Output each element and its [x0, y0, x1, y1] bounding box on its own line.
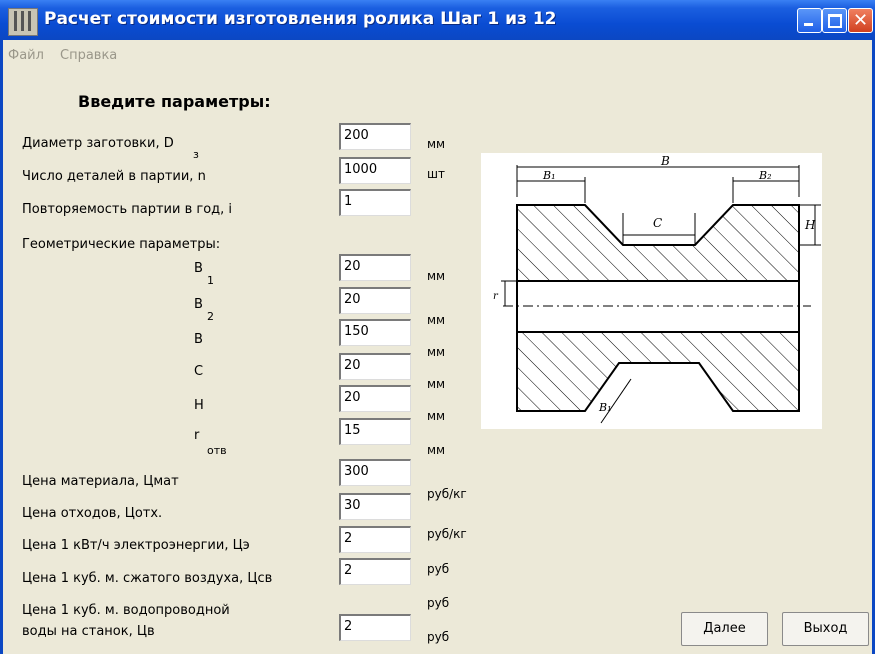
geometry-label: Геометрические параметры: — [22, 237, 221, 252]
r-unit: мм — [427, 443, 446, 457]
energy-price-input[interactable]: 2 — [339, 526, 411, 553]
diameter-unit: мм — [427, 137, 446, 151]
minimize-icon — [804, 23, 813, 26]
exit-button[interactable]: Выход — [782, 612, 869, 646]
h-unit: мм — [427, 409, 446, 423]
waste-price-input[interactable]: 30 — [339, 493, 411, 520]
dim-c-label: C — [653, 216, 662, 230]
dim-h-label: H — [804, 218, 816, 232]
window-title: Расчет стоимости изготовления ролика Шаг… — [44, 9, 557, 29]
b2-label: B — [194, 297, 203, 312]
diameter-subscript: з — [193, 148, 199, 161]
maximize-button[interactable] — [822, 8, 847, 33]
title-bar[interactable]: Расчет стоимости изготовления ролика Шаг… — [0, 0, 875, 40]
air-price-unit: руб — [427, 562, 450, 576]
water-price-label-line1: Цена 1 куб. м. водопроводной — [22, 603, 230, 618]
close-icon: ✕ — [852, 10, 869, 31]
roller-drawing: B B₁ B₂ C H r B₁ — [481, 153, 822, 429]
air-price-label: Цена 1 куб. м. сжатого воздуха, Цсв — [22, 571, 273, 586]
parts-count-label: Число деталей в партии, n — [22, 169, 206, 184]
dim-b-label: B — [660, 154, 670, 168]
material-price-input[interactable]: 300 — [339, 459, 411, 486]
b-input[interactable]: 150 — [339, 319, 411, 346]
water-price-unit-above: руб — [427, 596, 450, 610]
app-icon — [8, 8, 38, 36]
b-label: B — [194, 332, 203, 347]
c-input[interactable]: 20 — [339, 353, 411, 380]
r-input[interactable]: 15 — [339, 418, 411, 445]
waste-price-label: Цена отходов, Цотх. — [22, 506, 163, 521]
maximize-icon — [828, 14, 842, 28]
b2-subscript: 2 — [207, 310, 214, 323]
b1-subscript: 1 — [207, 274, 214, 287]
repeat-input[interactable]: 1 — [339, 189, 411, 216]
parts-count-input[interactable]: 1000 — [339, 157, 411, 184]
menu-bar: Файл Справка — [0, 40, 875, 84]
diameter-label: Диаметр заготовки, D — [22, 136, 174, 151]
repeat-label: Повторяемость партии в год, i — [22, 202, 233, 217]
water-price-label-line2: воды на станок, Цв — [22, 624, 155, 639]
close-button[interactable]: ✕ — [848, 8, 873, 33]
b-unit: мм — [427, 345, 446, 359]
form-heading: Введите параметры: — [78, 92, 271, 111]
energy-price-unit: руб/кг — [427, 527, 467, 541]
water-price-input[interactable]: 2 — [339, 614, 411, 641]
menu-file[interactable]: Файл — [8, 48, 44, 63]
b1-label: B — [194, 261, 203, 276]
material-price-label: Цена материала, Цмат — [22, 474, 179, 489]
b2-unit: мм — [427, 313, 446, 327]
dim-b1-label: B₁ — [542, 169, 556, 182]
b1-unit: мм — [427, 269, 446, 283]
r-subscript: отв — [207, 444, 227, 457]
menu-help[interactable]: Справка — [60, 48, 117, 63]
h-input[interactable]: 20 — [339, 385, 411, 412]
next-button[interactable]: Далее — [681, 612, 768, 646]
minimize-button[interactable] — [797, 8, 822, 33]
b1-input[interactable]: 20 — [339, 254, 411, 281]
window-border-left — [0, 40, 3, 654]
air-price-input[interactable]: 2 — [339, 558, 411, 585]
energy-price-label: Цена 1 кВт/ч электроэнергии, Цэ — [22, 538, 250, 553]
c-unit: мм — [427, 377, 446, 391]
dim-b1-bottom-label: B₁ — [598, 401, 612, 414]
diameter-input[interactable]: 200 — [339, 123, 411, 150]
r-label: r — [194, 428, 200, 443]
dim-b2-label: B₂ — [758, 169, 772, 182]
parts-count-unit: шт — [427, 167, 445, 181]
b2-input[interactable]: 20 — [339, 287, 411, 314]
water-price-unit: руб — [427, 630, 450, 644]
waste-price-unit: руб/кг — [427, 487, 467, 501]
h-label: H — [194, 398, 204, 413]
c-label: C — [194, 364, 204, 379]
